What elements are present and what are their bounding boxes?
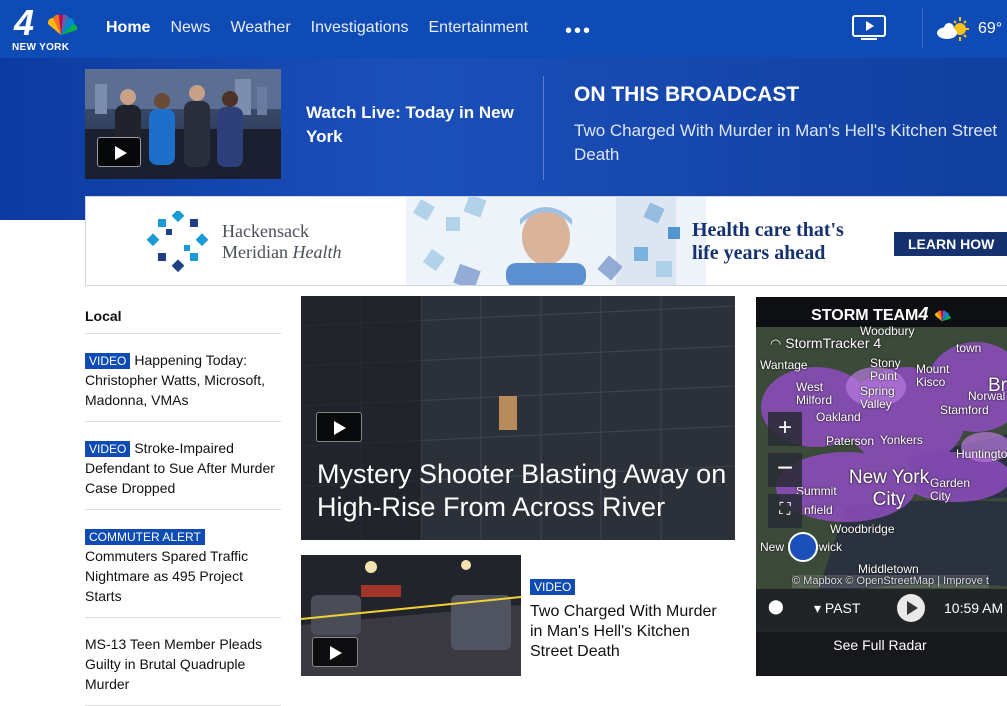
ad-brand-line2: Meridian Health [222, 242, 341, 263]
map-attribution[interactable]: © Mapbox © OpenStreetMap | Improve t [792, 575, 989, 588]
ad-learn-how-button[interactable]: LEARN HOW [894, 232, 1007, 256]
hero-divider [543, 76, 544, 180]
nav-news[interactable]: News [170, 19, 210, 37]
radar-play-button[interactable] [897, 594, 925, 622]
ad-brand-line2b: Health [292, 242, 342, 262]
ad-brand-line1: Hackensack [222, 221, 309, 241]
radar-heading-number: 4 [918, 304, 929, 324]
story-title[interactable]: Two Charged With Murder in Man's Hell's … [530, 602, 730, 662]
watch-live-link[interactable]: Watch Live: Today in New York [306, 101, 526, 149]
nav-investigations[interactable]: Investigations [311, 19, 409, 37]
ad-doctor-image [406, 197, 706, 285]
local-heading: Local [85, 300, 281, 334]
radar-time: 10:59 AM [944, 600, 1004, 616]
list-item-title[interactable]: MS-13 Teen Member Pleads Guilty in Bruta… [85, 636, 262, 692]
list-item[interactable]: MS-13 Teen Member Pleads Guilty in Bruta… [85, 618, 281, 706]
map-label: Yonkers [880, 433, 923, 447]
live-video-thumbnail[interactable] [85, 69, 281, 179]
map-label: West Milford [796, 380, 833, 407]
past-dropdown[interactable]: ▾ PAST [814, 600, 860, 617]
weather-widget[interactable]: 69° [936, 16, 1002, 42]
advertisement-banner[interactable]: Hackensack Meridian Health Health care t… [85, 196, 1007, 286]
map-label: Woodbridge [830, 522, 895, 536]
map-label: nfield [804, 503, 833, 517]
radar-map[interactable]: ◠ StormTracker 4 Wantage Woodbury Stony … [756, 324, 1007, 627]
map-label: Wantage [760, 358, 808, 372]
map-label: town [956, 341, 982, 355]
video-badge: VIDEO [85, 441, 131, 457]
story-thumbnail[interactable] [301, 555, 521, 676]
logo-channel-number: 4 [14, 2, 35, 43]
logo-city: NEW YORK [12, 42, 70, 53]
story-card-text: VIDEO Two Charged With Murder in Man's H… [530, 578, 730, 662]
map-label: Oakland [816, 410, 861, 424]
location-marker-icon[interactable] [788, 532, 818, 562]
radar-heading-text: STORM TEAM [811, 307, 919, 324]
main-nav: Home News Weather Investigations Enterta… [106, 19, 548, 37]
play-button[interactable] [316, 412, 362, 442]
broadcast-story-link[interactable]: Two Charged With Murder in Man's Hell's … [574, 119, 1007, 167]
broadcast-heading: ON THIS BROADCAST [574, 83, 800, 106]
storm-team-radar: STORM TEAM4 ◠ StormTracker 4 Wantage Woo… [756, 297, 1007, 676]
play-button[interactable] [97, 137, 141, 167]
ad-brand-line2a: Meridian [222, 242, 293, 262]
lead-story-card[interactable]: Mystery Shooter Blasting Away on High-Ri… [301, 296, 735, 540]
map-label: Paterson [826, 434, 875, 448]
nav-divider [922, 8, 923, 48]
see-full-radar-link[interactable]: See Full Radar [756, 632, 1007, 676]
radar-signal-icon: ◠ [770, 336, 782, 351]
map-label: Summit [796, 484, 837, 498]
commuter-alert-badge: COMMUTER ALERT [85, 529, 205, 545]
list-item[interactable]: VIDEO Stroke-Impaired Defendant to Sue Af… [85, 422, 281, 510]
nav-weather[interactable]: Weather [230, 19, 290, 37]
map-label: Garden City [930, 476, 971, 503]
peacock-icon [934, 310, 951, 322]
location-pin-icon[interactable]: ⬤ [768, 598, 784, 615]
partly-sunny-icon [937, 17, 969, 41]
play-icon [907, 601, 918, 615]
local-news-list: Local VIDEO Happening Today: Christopher … [85, 300, 281, 706]
zoom-out-button[interactable]: − [768, 453, 802, 487]
list-item-title[interactable]: Commuters Spared Traffic Nightmare as 49… [85, 548, 248, 604]
zoom-in-button[interactable]: + [768, 412, 802, 446]
list-item[interactable]: VIDEO Happening Today: Christopher Watts,… [85, 334, 281, 422]
peacock-icon [47, 14, 78, 36]
temperature: 69° [978, 20, 1003, 37]
hackensack-logo-icon [146, 211, 209, 273]
map-tracker-label: ◠ StormTracker 4 [770, 336, 881, 351]
map-label: Woodbury [860, 324, 915, 338]
nav-entertainment[interactable]: Entertainment [429, 19, 529, 37]
map-label: Stony Point [870, 356, 901, 383]
radar-heading: STORM TEAM4 [756, 297, 1007, 327]
past-label: PAST [824, 600, 861, 616]
nav-home[interactable]: Home [106, 19, 150, 37]
nbc4-logo[interactable]: 4 NEW YORK [10, 2, 80, 54]
ad-brand-name: Hackensack Meridian Health [222, 221, 341, 263]
radar-playback-bar: ⬤ ▾ PAST 10:59 AM [756, 589, 1007, 627]
top-nav: 4 NEW YORK Home News Weather Investigati… [0, 0, 1007, 58]
map-label: Huntingto [956, 447, 1007, 461]
fullscreen-icon[interactable]: ⛶ [768, 494, 802, 528]
ad-tagline-line2: life years ahead [692, 242, 826, 264]
map-label: Mount Kisco [916, 362, 950, 389]
map-label: Spring Valley [860, 384, 895, 411]
lead-story-title[interactable]: Mystery Shooter Blasting Away on High-Ri… [317, 458, 735, 524]
map-label: New York City [848, 467, 930, 510]
more-menu-icon[interactable]: ••• [565, 20, 592, 43]
ad-tagline-line1: Health care that's [692, 219, 844, 241]
live-tv-icon[interactable] [852, 15, 886, 41]
map-label: Norwal [968, 389, 1006, 403]
video-badge: VIDEO [85, 353, 131, 369]
play-button[interactable] [312, 637, 358, 667]
video-badge: VIDEO [530, 579, 576, 595]
map-label: Stamford [940, 403, 989, 417]
list-item[interactable]: COMMUTER ALERT Commuters Spared Traffic N… [85, 510, 281, 618]
ad-tagline: Health care that's life years ahead [692, 219, 844, 265]
